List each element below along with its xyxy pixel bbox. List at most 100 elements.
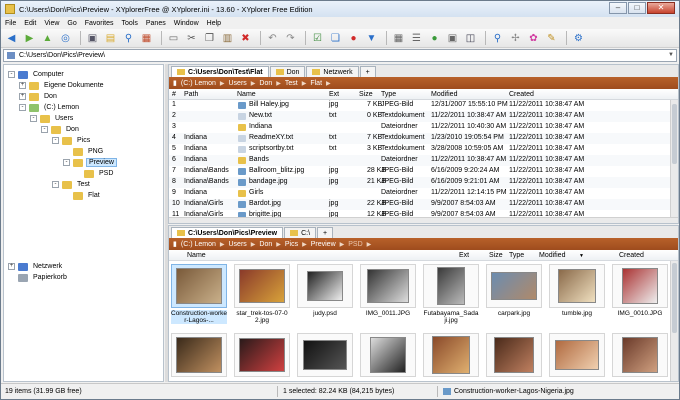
table-row[interactable]: 6 Indiana Bands Dateiordner 11/22/2011 10:38… — [169, 155, 678, 166]
paste-icon[interactable]: ▥ — [220, 31, 235, 46]
tree-item[interactable]: - Preview — [63, 157, 117, 168]
menu-item-edit[interactable]: Edit — [24, 20, 36, 27]
menu-item-view[interactable]: View — [44, 20, 59, 27]
close-button[interactable]: ✕ — [647, 2, 675, 14]
find-files-icon[interactable]: ⚲ — [121, 31, 136, 46]
new-file-icon[interactable]: ▭ — [166, 31, 181, 46]
up-icon[interactable]: ▲ — [40, 31, 55, 46]
table-row[interactable]: 10 Indiana\Girls Bardot.jpg jpg 22 KB JPEG-Bi… — [169, 199, 678, 210]
menu-item-favorites[interactable]: Favorites — [85, 20, 114, 27]
breadcrumb-item[interactable]: Users — [229, 241, 247, 248]
expand-toggle-icon[interactable]: - — [41, 126, 48, 133]
expand-toggle-icon[interactable]: + — [19, 82, 26, 89]
breadcrumb-item[interactable]: Preview — [311, 241, 336, 248]
table-row[interactable]: 7 Indiana\Bands Ballroom_blitz.jpg jpg 28 KB… — [169, 166, 678, 177]
dual-pane-icon[interactable]: ◫ — [463, 31, 478, 46]
menu-item-file[interactable]: File — [5, 20, 16, 27]
thumbnail-item[interactable] — [234, 333, 290, 379]
thumbnails-icon[interactable]: ▦ — [391, 31, 406, 46]
green-ball-icon[interactable]: ● — [427, 31, 442, 46]
vertical-scrollbar[interactable] — [670, 261, 678, 381]
folder-open-icon[interactable]: ▤ — [103, 31, 118, 46]
thumbnail-item[interactable]: tumble.jpg — [549, 264, 605, 328]
forward-icon[interactable]: ▶ — [22, 31, 37, 46]
menu-item-go[interactable]: Go — [67, 20, 76, 27]
column-created[interactable]: Created — [509, 91, 534, 98]
breadcrumb-item[interactable]: Don — [259, 241, 272, 248]
preview-icon[interactable]: ▣ — [445, 31, 460, 46]
expand-toggle-icon[interactable]: - — [30, 115, 37, 122]
tab[interactable]: C:\Users\Don\Test\Flat — [171, 66, 269, 77]
breadcrumb-item[interactable]: Users — [229, 80, 247, 87]
breadcrumb-item[interactable]: Pics — [285, 241, 298, 248]
thumbnail-item[interactable]: Construction-worker-Lagos-... — [171, 264, 227, 328]
expand-toggle-icon[interactable]: - — [63, 159, 70, 166]
new-tab-button[interactable]: + — [359, 66, 376, 77]
column-ext[interactable]: Ext — [329, 91, 339, 98]
expand-toggle-icon[interactable]: + — [19, 93, 26, 100]
thumbnail-item[interactable] — [486, 333, 542, 379]
column-ext[interactable]: Ext — [459, 252, 469, 259]
thumbnail-item[interactable] — [360, 333, 416, 379]
check-icon[interactable]: ☑ — [310, 31, 325, 46]
table-row[interactable]: 4 Indiana ReadmeXY.txt txt 7 KB Textdokument 1… — [169, 133, 678, 144]
column-type[interactable]: Type — [381, 91, 396, 98]
breadcrumb-item[interactable]: PSD — [348, 241, 362, 248]
settings-icon[interactable]: ⚙ — [571, 31, 586, 46]
tree-item[interactable]: - Computer — [8, 69, 66, 80]
breadcrumb-item[interactable]: (C:) Lemon — [181, 241, 216, 248]
tools-icon[interactable]: ✢ — [508, 31, 523, 46]
back-icon[interactable]: ◀ — [4, 31, 19, 46]
thumbnail-item[interactable]: judy.psd — [297, 264, 353, 328]
menu-item-tools[interactable]: Tools — [122, 20, 138, 27]
thumbnail-item[interactable] — [612, 333, 668, 379]
column-size[interactable]: Size — [489, 252, 503, 259]
brush-icon[interactable]: ✎ — [544, 31, 559, 46]
copy-path-icon[interactable]: ❏ — [328, 31, 343, 46]
vertical-scrollbar[interactable] — [670, 100, 678, 218]
flower-icon[interactable]: ✿ — [526, 31, 541, 46]
computer-icon[interactable]: ▣ — [85, 31, 100, 46]
breadcrumb-item[interactable]: Test — [285, 80, 298, 87]
column-modified[interactable]: Modified — [431, 91, 457, 98]
thumbnail-item[interactable] — [549, 333, 605, 379]
picture-icon[interactable]: ▦ — [139, 31, 154, 46]
cut-icon[interactable]: ✂ — [184, 31, 199, 46]
expand-toggle-icon[interactable]: - — [52, 137, 59, 144]
maximize-button[interactable]: □ — [628, 2, 646, 14]
search-icon[interactable]: ⚲ — [490, 31, 505, 46]
tree-item[interactable]: Flat — [63, 190, 102, 201]
tree-item[interactable]: - Don — [41, 124, 81, 135]
redo-icon[interactable]: ↷ — [283, 31, 298, 46]
chevron-down-icon[interactable]: ▼ — [668, 52, 674, 58]
breadcrumb-item[interactable]: Don — [259, 80, 272, 87]
column-name[interactable]: Name — [237, 91, 256, 98]
thumbnail-item[interactable]: Futabayama_Sadaji.jpg — [423, 264, 479, 328]
thumbnail-item[interactable] — [171, 333, 227, 379]
tab[interactable]: C:\Users\Don\Pics\Preview — [171, 227, 284, 238]
target-icon[interactable]: ◎ — [58, 31, 73, 46]
tab[interactable]: Netzwerk — [306, 66, 359, 77]
table-row[interactable]: 5 Indiana scriptsortby.txt txt 3 KB Textdokum… — [169, 144, 678, 155]
table-row[interactable]: 8 Indiana\Bands bandage.jpg jpg 21 KB JPEG-Bi… — [169, 177, 678, 188]
minimize-button[interactable]: – — [609, 2, 627, 14]
thumbnail-item[interactable] — [423, 333, 479, 379]
copy-icon[interactable]: ❐ — [202, 31, 217, 46]
menu-item-panes[interactable]: Panes — [146, 20, 166, 27]
tree-item[interactable]: + Netzwerk — [8, 261, 64, 272]
expand-toggle-icon[interactable]: + — [8, 263, 15, 270]
column-type[interactable]: Type — [509, 252, 524, 259]
tree-item[interactable]: - (C:) Lemon — [19, 102, 81, 113]
column-path[interactable]: Path — [184, 91, 198, 98]
table-row[interactable]: 2 New.txt txt 0 KB Textdokument 11/22/2011 10… — [169, 111, 678, 122]
expand-toggle-icon[interactable]: - — [8, 71, 15, 78]
thumbnail-item[interactable] — [297, 333, 353, 379]
tree-item[interactable]: PSD — [74, 168, 115, 179]
expand-toggle-icon[interactable]: - — [19, 104, 26, 111]
menu-item-window[interactable]: Window — [174, 20, 199, 27]
tree-item[interactable]: + Eigene Dokumente — [19, 80, 106, 91]
thumbnail-item[interactable]: IMG_0011.JPG — [360, 264, 416, 328]
horizontal-scrollbar[interactable] — [169, 217, 678, 223]
menu-item-help[interactable]: Help — [207, 20, 221, 27]
delete-icon[interactable]: ✖ — [238, 31, 253, 46]
